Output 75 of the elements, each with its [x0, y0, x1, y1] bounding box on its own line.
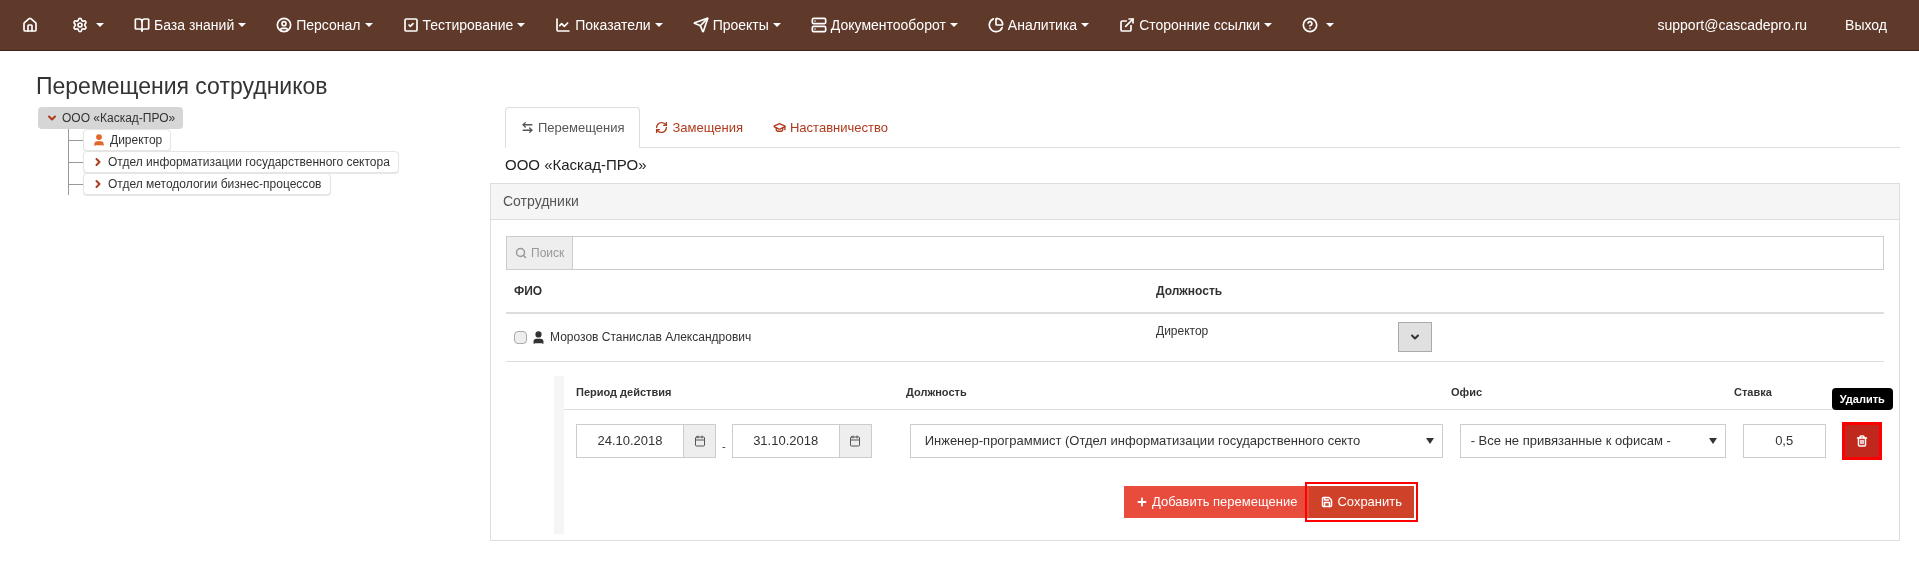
nav-menu-item[interactable]: Персонал [266, 6, 383, 44]
person-icon [92, 133, 106, 147]
row-checkbox[interactable] [514, 330, 527, 344]
rate-field[interactable]: 0,5 [1742, 423, 1826, 458]
book-icon [134, 17, 150, 33]
panel-title: Сотрудники [503, 191, 579, 211]
tab[interactable]: Замещения [640, 107, 758, 148]
employee-name: Морозов Станислав Александрович [550, 329, 752, 346]
line-chart-icon [555, 17, 572, 33]
calendar-icon [693, 434, 706, 447]
user-circle-icon [276, 17, 293, 33]
column-header: Ставка [1733, 384, 1772, 400]
caret-icon [654, 23, 663, 27]
position-select[interactable]: Инженер-программист (Отдел информатизации государственного секто [909, 423, 1443, 458]
tooltip: Удалить [1831, 387, 1893, 410]
nav-menu-item[interactable]: Документооборот [800, 6, 968, 44]
refresh-icon [655, 121, 669, 134]
graduation-cap-icon [773, 121, 786, 134]
tab[interactable]: Перемещения [505, 107, 641, 148]
paper-plane-icon [692, 17, 709, 33]
user-email-link[interactable]: support@cascadepro.ru [1657, 14, 1808, 36]
column-header: Период действия [575, 384, 673, 400]
nav-menu-item[interactable]: Показатели [545, 6, 673, 44]
logout-link[interactable]: Выход [1845, 14, 1887, 36]
column-header: Должность [1156, 282, 1223, 300]
settings-icon [72, 17, 88, 33]
home-icon [22, 17, 38, 33]
date-separator: - [722, 439, 726, 455]
expand-button[interactable] [1398, 321, 1432, 352]
caret-icon [772, 23, 781, 27]
office-select[interactable]: - Все не привязанные к офисам - [1459, 423, 1726, 458]
checkbox-icon [402, 17, 419, 33]
calendar-icon [849, 434, 862, 447]
column-header: Должность [905, 384, 968, 400]
org-title: ООО «Каскад-ПРО» [505, 155, 648, 175]
caret-icon [1425, 437, 1434, 444]
add-button[interactable]: Добавить перемещение [1124, 485, 1310, 518]
arrows-icon [521, 121, 534, 134]
table-cell-text: Директор [1156, 322, 1210, 340]
caret-icon [364, 23, 373, 27]
trash-icon [1855, 434, 1868, 447]
date-field[interactable]: 31.10.2018 [731, 423, 872, 458]
nav-menu-item[interactable]: Сторонние ссылки [1109, 6, 1282, 44]
calendar-button[interactable] [683, 424, 715, 457]
pie-chart-icon [987, 17, 1004, 33]
nav-menu-item[interactable]: Аналитика [977, 6, 1100, 44]
nav-menu-item[interactable]: База знаний [124, 6, 257, 44]
caret-icon [1081, 23, 1090, 27]
external-link-icon [1119, 17, 1136, 33]
caret-icon [238, 23, 247, 27]
delete-button[interactable] [1841, 421, 1882, 460]
person-icon [531, 329, 546, 345]
caret-icon [1708, 437, 1717, 444]
caret-icon [1264, 23, 1272, 27]
column-header: ФИО [513, 282, 544, 300]
tree-node[interactable]: Отдел информатизации государственного сектора [83, 151, 399, 173]
caret-icon [949, 23, 958, 27]
nav-menu-item[interactable]: Тестирование [392, 6, 536, 44]
caret-icon [517, 23, 526, 27]
page-title: Перемещения сотрудников [36, 72, 329, 101]
tree-node[interactable]: Директор [83, 129, 172, 151]
search-addon: Поиск [507, 236, 574, 269]
nav-menu-item[interactable]: Проекты [682, 6, 791, 44]
date-field[interactable]: 24.10.2018 [576, 423, 716, 458]
stack-icon [810, 17, 827, 33]
calendar-button[interactable] [838, 424, 871, 457]
tree-node[interactable]: Отдел методологии бизнес-процессов [83, 173, 331, 195]
search-icon [515, 246, 527, 259]
plus-icon [1136, 495, 1148, 508]
help-icon [1302, 17, 1318, 33]
column-header: Офис [1450, 384, 1484, 400]
tree-node[interactable]: ООО «Каскад-ПРО» [38, 107, 184, 129]
caret-icon [96, 23, 104, 27]
tab[interactable]: Наставничество [758, 107, 903, 148]
caret-icon [1326, 23, 1334, 27]
